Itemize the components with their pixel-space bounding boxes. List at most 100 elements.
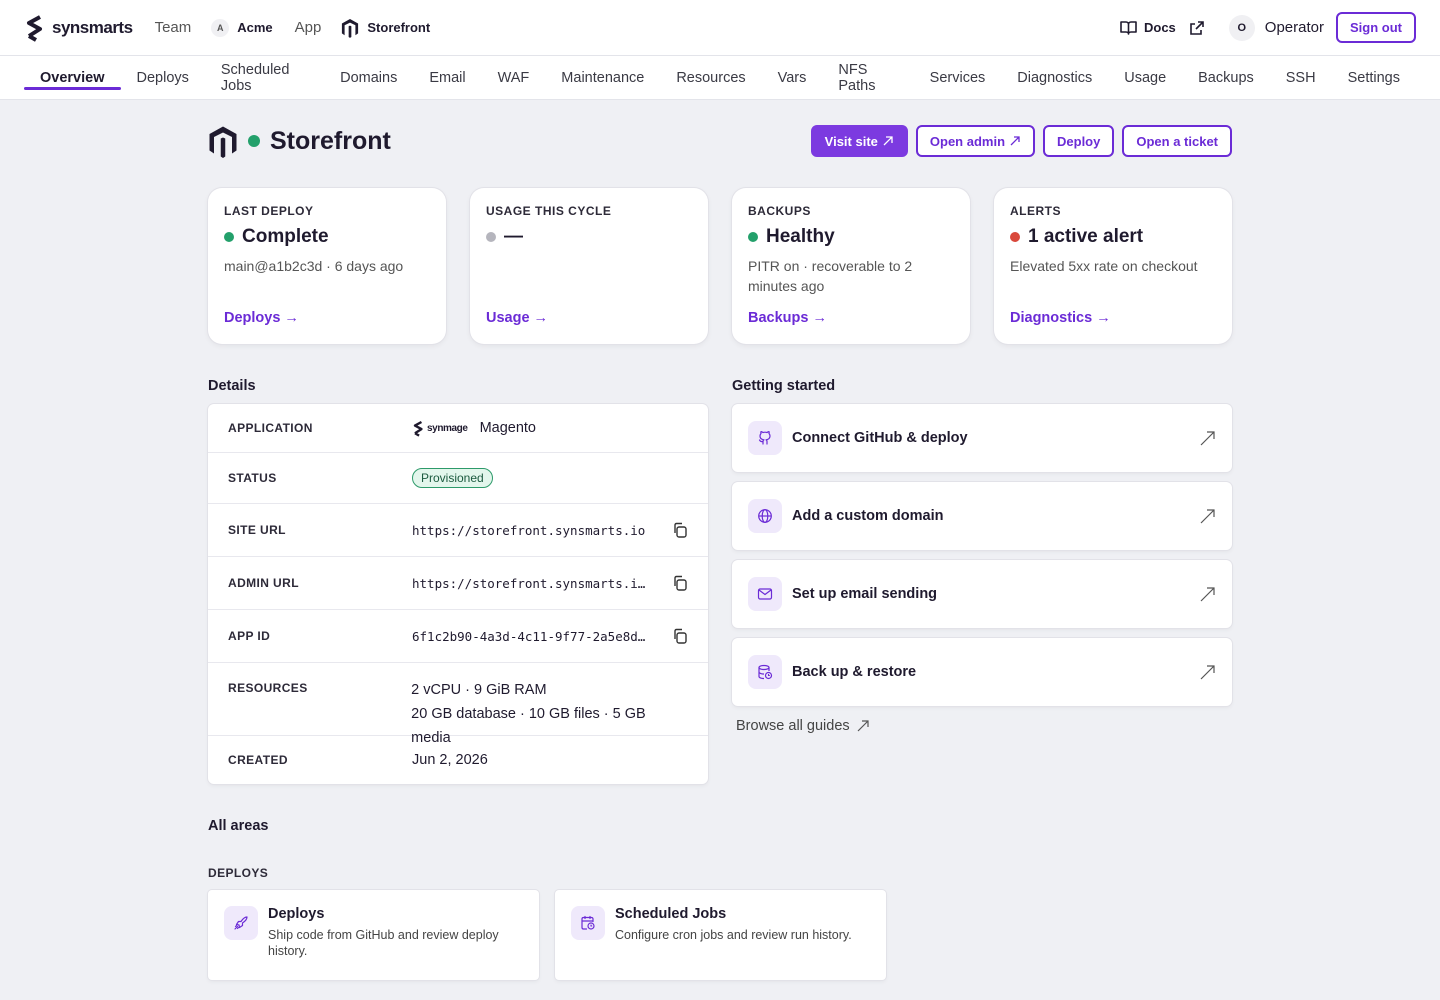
stat-label: BACKUPS <box>748 204 811 218</box>
visit-site-label: Visit site <box>824 133 878 149</box>
detail-row-admin-url: ADMIN URL https://storefront.synsmarts.i… <box>208 557 708 610</box>
docs-label: Docs <box>1144 20 1176 35</box>
site-url-value[interactable]: https://storefront.synsmarts.io <box>412 523 645 538</box>
synmage-logo: synmage <box>412 420 468 437</box>
stat-value-text: — <box>504 226 523 247</box>
open-admin-label: Open admin <box>929 133 1006 149</box>
external-link-icon <box>1189 20 1204 35</box>
stat-cards: LAST DEPLOY Complete main@a1b2c3d · 6 days… <box>208 188 1232 344</box>
tab-ssh[interactable]: SSH <box>1270 56 1332 99</box>
tab-scheduled-jobs[interactable]: Scheduled Jobs <box>205 56 324 99</box>
stat-link[interactable]: Diagnostics → <box>1010 310 1111 326</box>
breadcrumb-org[interactable]: A Acme <box>211 18 273 37</box>
tab-resources[interactable]: Resources <box>660 56 761 99</box>
synsmarts-logo-icon <box>27 14 42 42</box>
docs-link[interactable]: Docs <box>1120 20 1205 36</box>
synsmarts-logo-icon <box>413 420 423 437</box>
tab-nfs-paths[interactable]: NFS Paths <box>822 56 913 99</box>
area-card-body: Scheduled Jobs Configure cron jobs and re… <box>615 906 852 964</box>
arrow-up-right-icon <box>1199 508 1216 525</box>
guide-title: Add a custom domain <box>792 508 944 524</box>
stat-link[interactable]: Backups → <box>748 310 827 326</box>
guide-card[interactable]: Add a custom domain <box>732 482 1232 550</box>
database-icon <box>748 655 782 689</box>
stat-card: USAGE THIS CYCLE — Usage → <box>470 188 708 344</box>
globe-icon <box>748 499 782 533</box>
tab-settings[interactable]: Settings <box>1332 56 1416 99</box>
stat-value-text: Complete <box>242 226 329 247</box>
arrow-up-right-icon <box>857 720 869 732</box>
tab-domains[interactable]: Domains <box>324 56 413 99</box>
detail-key: ADMIN URL <box>228 576 299 590</box>
guide-card[interactable]: Back up & restore <box>732 638 1232 706</box>
detail-value: 2 vCPU · 9 GiB RAM 20 GB database · 10 G… <box>411 678 688 750</box>
user-avatar: O <box>1228 14 1255 41</box>
stat-status-dot <box>224 232 234 242</box>
main-content: Storefront Visit site Open admin Deploy … <box>208 124 1232 980</box>
detail-key: APP ID <box>228 629 271 643</box>
area-card-title: Deploys <box>268 906 325 922</box>
tab-overview[interactable]: Overview <box>24 56 121 99</box>
app-id-value[interactable]: 6f1c2b90-4a3d-4c11-9f77-2a5e8d… <box>412 629 645 644</box>
visit-site-button[interactable]: Visit site <box>810 125 908 157</box>
mail-icon <box>748 577 782 611</box>
stat-card: ALERTS 1 active alert Elevated 5xx rate on… <box>994 188 1232 344</box>
guide-list: Connect GitHub & deploy Add a custom doma… <box>732 404 1232 706</box>
tab-deploys[interactable]: Deploys <box>121 56 205 99</box>
stat-subtext: Elevated 5xx rate on checkout <box>1010 258 1198 274</box>
tab-usage[interactable]: Usage <box>1108 56 1182 99</box>
breadcrumb-app[interactable]: App <box>295 19 322 36</box>
tab-services[interactable]: Services <box>914 56 1002 99</box>
stat-value: 1 active alert <box>1010 226 1216 248</box>
tab-backups[interactable]: Backups <box>1182 56 1270 99</box>
area-cards: Deploys Ship code from GitHub and review … <box>208 890 1232 980</box>
copy-icon[interactable] <box>672 628 688 644</box>
copy-icon[interactable] <box>672 522 688 538</box>
tab-waf[interactable]: WAF <box>482 56 546 99</box>
copy-icon[interactable] <box>672 575 688 591</box>
stat-value-text: 1 active alert <box>1028 226 1144 247</box>
magento-logo-icon <box>209 126 237 158</box>
created-value: Jun 2, 2026 <box>412 752 488 768</box>
detail-value: 6f1c2b90-4a3d-4c11-9f77-2a5e8d… <box>412 628 688 644</box>
guide-card[interactable]: Set up email sending <box>732 560 1232 628</box>
area-group-label: DEPLOYS <box>208 866 269 880</box>
open-admin-button[interactable]: Open admin <box>915 125 1036 157</box>
brand-logo[interactable]: synsmarts <box>24 14 133 42</box>
detail-key: RESOURCES <box>228 681 308 695</box>
sign-out-button[interactable]: Sign out <box>1336 12 1416 43</box>
app-title: Storefront <box>270 126 391 155</box>
guide-card[interactable]: Connect GitHub & deploy <box>732 404 1232 472</box>
header-actions: Visit site Open admin Deploy Open a tick… <box>810 125 1232 157</box>
tab-maintenance[interactable]: Maintenance <box>545 56 660 99</box>
tab-email[interactable]: Email <box>413 56 481 99</box>
calendar-clock-icon <box>571 906 605 940</box>
detail-value: https://storefront.synsmarts.io <box>412 522 688 538</box>
user-menu[interactable]: O Operator <box>1228 14 1324 41</box>
detail-key: SITE URL <box>228 523 286 537</box>
application-name: Magento <box>479 420 536 436</box>
breadcrumb-app-name[interactable]: Storefront <box>341 18 430 38</box>
stat-link[interactable]: Deploys → <box>224 310 299 326</box>
resources-storage: 20 GB database · 10 GB files · 5 GB medi… <box>411 706 646 746</box>
deploy-button[interactable]: Deploy <box>1043 125 1115 157</box>
browse-guides-link[interactable]: Browse all guides <box>732 718 1232 734</box>
tab-diagnostics[interactable]: Diagnostics <box>1001 56 1108 99</box>
brand-name: synsmarts <box>52 17 133 37</box>
book-icon <box>1120 21 1137 35</box>
top-bar: synsmarts Team A Acme App Storefront Doc… <box>0 0 1440 56</box>
area-card[interactable]: Scheduled Jobs Configure cron jobs and re… <box>555 890 886 980</box>
stat-value-text: Healthy <box>766 226 835 247</box>
user-name: Operator <box>1264 19 1324 36</box>
area-card[interactable]: Deploys Ship code from GitHub and review … <box>208 890 539 980</box>
stat-link[interactable]: Usage → <box>486 310 548 326</box>
open-ticket-button[interactable]: Open a ticket <box>1122 125 1232 157</box>
breadcrumb-team[interactable]: Team <box>155 19 192 36</box>
all-areas-title: All areas <box>208 818 269 834</box>
page-title: Storefront <box>208 125 391 158</box>
stat-card: BACKUPS Healthy PITR on · recoverable to 2… <box>732 188 970 344</box>
tab-vars[interactable]: Vars <box>762 56 823 99</box>
admin-url-value[interactable]: https://storefront.synsmarts.i… <box>412 576 645 591</box>
arrow-up-right-icon <box>1199 430 1216 447</box>
guide-title: Set up email sending <box>792 586 938 602</box>
